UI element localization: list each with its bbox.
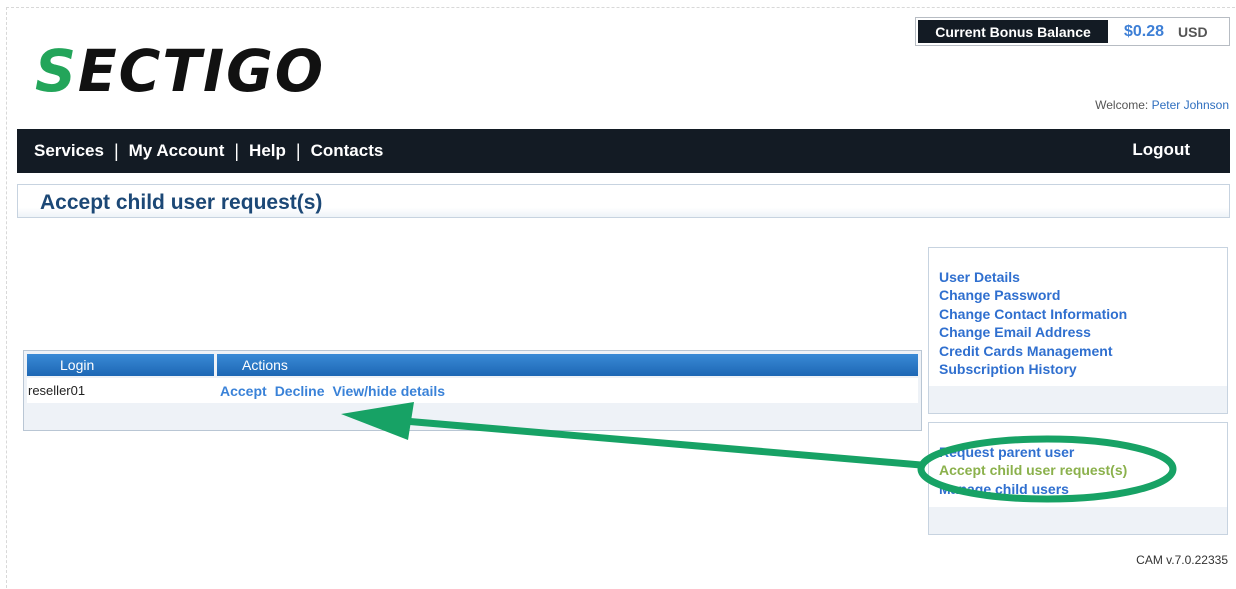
- column-header-login[interactable]: Login: [27, 354, 214, 376]
- nav-contacts[interactable]: Contacts: [311, 141, 384, 161]
- sidebar-item-accept-child-user-requests[interactable]: Accept child user request(s): [939, 461, 1127, 479]
- panel-footer: [929, 386, 1227, 413]
- table-header: Login Actions: [27, 354, 918, 376]
- bonus-balance-amount: $0.28: [1124, 22, 1165, 40]
- table-row: reseller01 Accept Decline View/hide deta…: [27, 378, 918, 403]
- requests-table: Login Actions reseller01 Accept Decline …: [23, 350, 922, 431]
- sidebar-item-request-parent-user[interactable]: Request parent user: [939, 443, 1127, 461]
- nav-separator: |: [295, 140, 301, 161]
- nav-help[interactable]: Help: [249, 141, 286, 161]
- logout-link[interactable]: Logout: [1132, 140, 1190, 160]
- sidebar-item-subscription-history[interactable]: Subscription History: [939, 360, 1127, 378]
- logo-text: SECTIGO: [35, 42, 325, 100]
- nav-separator: |: [234, 140, 240, 161]
- sidebar-item-change-contact-information[interactable]: Change Contact Information: [939, 305, 1127, 323]
- page-title-bar: Accept child user request(s): [17, 184, 1230, 218]
- main-navbar: Services | My Account | Help | Contacts …: [17, 129, 1230, 173]
- version-label: CAM v.7.0.22335: [1136, 553, 1228, 567]
- view-hide-details-link[interactable]: View/hide details: [333, 383, 446, 399]
- sidebar-item-manage-child-users[interactable]: Manage child users: [939, 480, 1127, 498]
- column-header-actions[interactable]: Actions: [217, 354, 918, 376]
- cell-actions: Accept Decline View/hide details: [218, 383, 445, 399]
- sidebar-item-credit-cards-management[interactable]: Credit Cards Management: [939, 342, 1127, 360]
- nav-separator: |: [113, 140, 119, 161]
- logo-wordmark: ECTIGO: [77, 37, 326, 105]
- bonus-balance-label: Current Bonus Balance: [918, 20, 1108, 43]
- nav-my-account[interactable]: My Account: [129, 141, 225, 161]
- page-title: Accept child user request(s): [40, 191, 323, 214]
- user-relations-panel: Request parent user Accept child user re…: [928, 422, 1228, 535]
- welcome-prefix: Welcome:: [1095, 98, 1152, 112]
- sidebar-item-change-email-address[interactable]: Change Email Address: [939, 323, 1127, 341]
- bonus-balance-box: Current Bonus Balance $0.28 USD: [915, 17, 1230, 46]
- cell-login: reseller01: [28, 383, 86, 398]
- nav-services[interactable]: Services: [34, 141, 104, 161]
- sidebar-item-change-password[interactable]: Change Password: [939, 286, 1127, 304]
- decline-link[interactable]: Decline: [275, 383, 325, 399]
- account-menu-panel: User Details Change Password Change Cont…: [928, 247, 1228, 414]
- sectigo-logo: SECTIGO: [32, 36, 323, 106]
- welcome-message: Welcome: Peter Johnson: [1095, 98, 1229, 112]
- accept-link[interactable]: Accept: [220, 383, 267, 399]
- welcome-user-link[interactable]: Peter Johnson: [1152, 98, 1229, 112]
- sidebar-item-user-details[interactable]: User Details: [939, 268, 1127, 286]
- bonus-balance-currency: USD: [1178, 23, 1208, 40]
- panel-footer: [929, 507, 1227, 534]
- logo-s-mark: S: [34, 37, 78, 105]
